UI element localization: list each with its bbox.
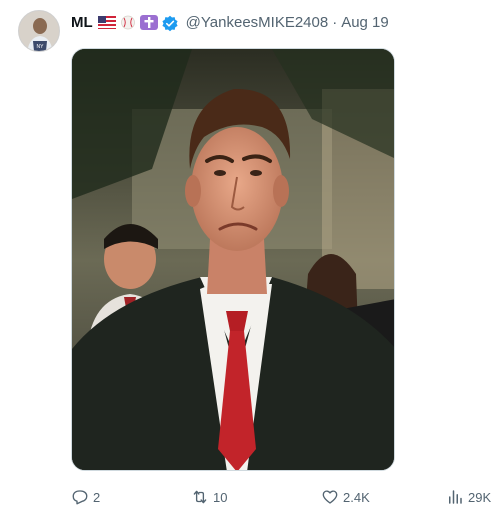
verified-badge-icon[interactable]	[161, 15, 179, 31]
reply-icon	[72, 490, 88, 505]
tweet-header: ML @YankeesMIKE2408 · Aug 19	[71, 11, 389, 33]
heart-icon	[322, 490, 338, 504]
tweet-actions: 2 10 2.4K 29K	[71, 485, 491, 509]
avatar[interactable]: NY	[18, 10, 60, 52]
media-image	[72, 49, 394, 470]
reply-button[interactable]: 2	[71, 485, 100, 509]
analytics-icon	[449, 490, 462, 504]
tweet[interactable]: NY ML @YankeesMIKE2408 · Aug 19 2 10 2.4…	[0, 0, 500, 517]
us-flag-icon	[97, 15, 116, 30]
svg-text:NY: NY	[37, 44, 45, 50]
like-count: 2.4K	[343, 489, 370, 505]
like-button[interactable]: 2.4K	[321, 485, 370, 509]
cross-icon	[139, 14, 158, 30]
separator-dot: ·	[332, 13, 338, 31]
retweet-button[interactable]: 10	[191, 485, 227, 509]
retweet-count: 10	[213, 489, 228, 505]
tweet-date[interactable]: Aug 19	[341, 14, 389, 31]
tweet-media[interactable]	[71, 48, 395, 471]
retweet-icon	[193, 490, 207, 504]
display-name[interactable]: ML	[71, 14, 93, 31]
reply-count: 2	[93, 489, 101, 505]
user-handle[interactable]: @YankeesMIKE2408	[186, 14, 329, 31]
views-button[interactable]: 29K	[446, 485, 491, 509]
view-count: 29K	[468, 489, 492, 505]
baseball-icon	[119, 15, 137, 30]
